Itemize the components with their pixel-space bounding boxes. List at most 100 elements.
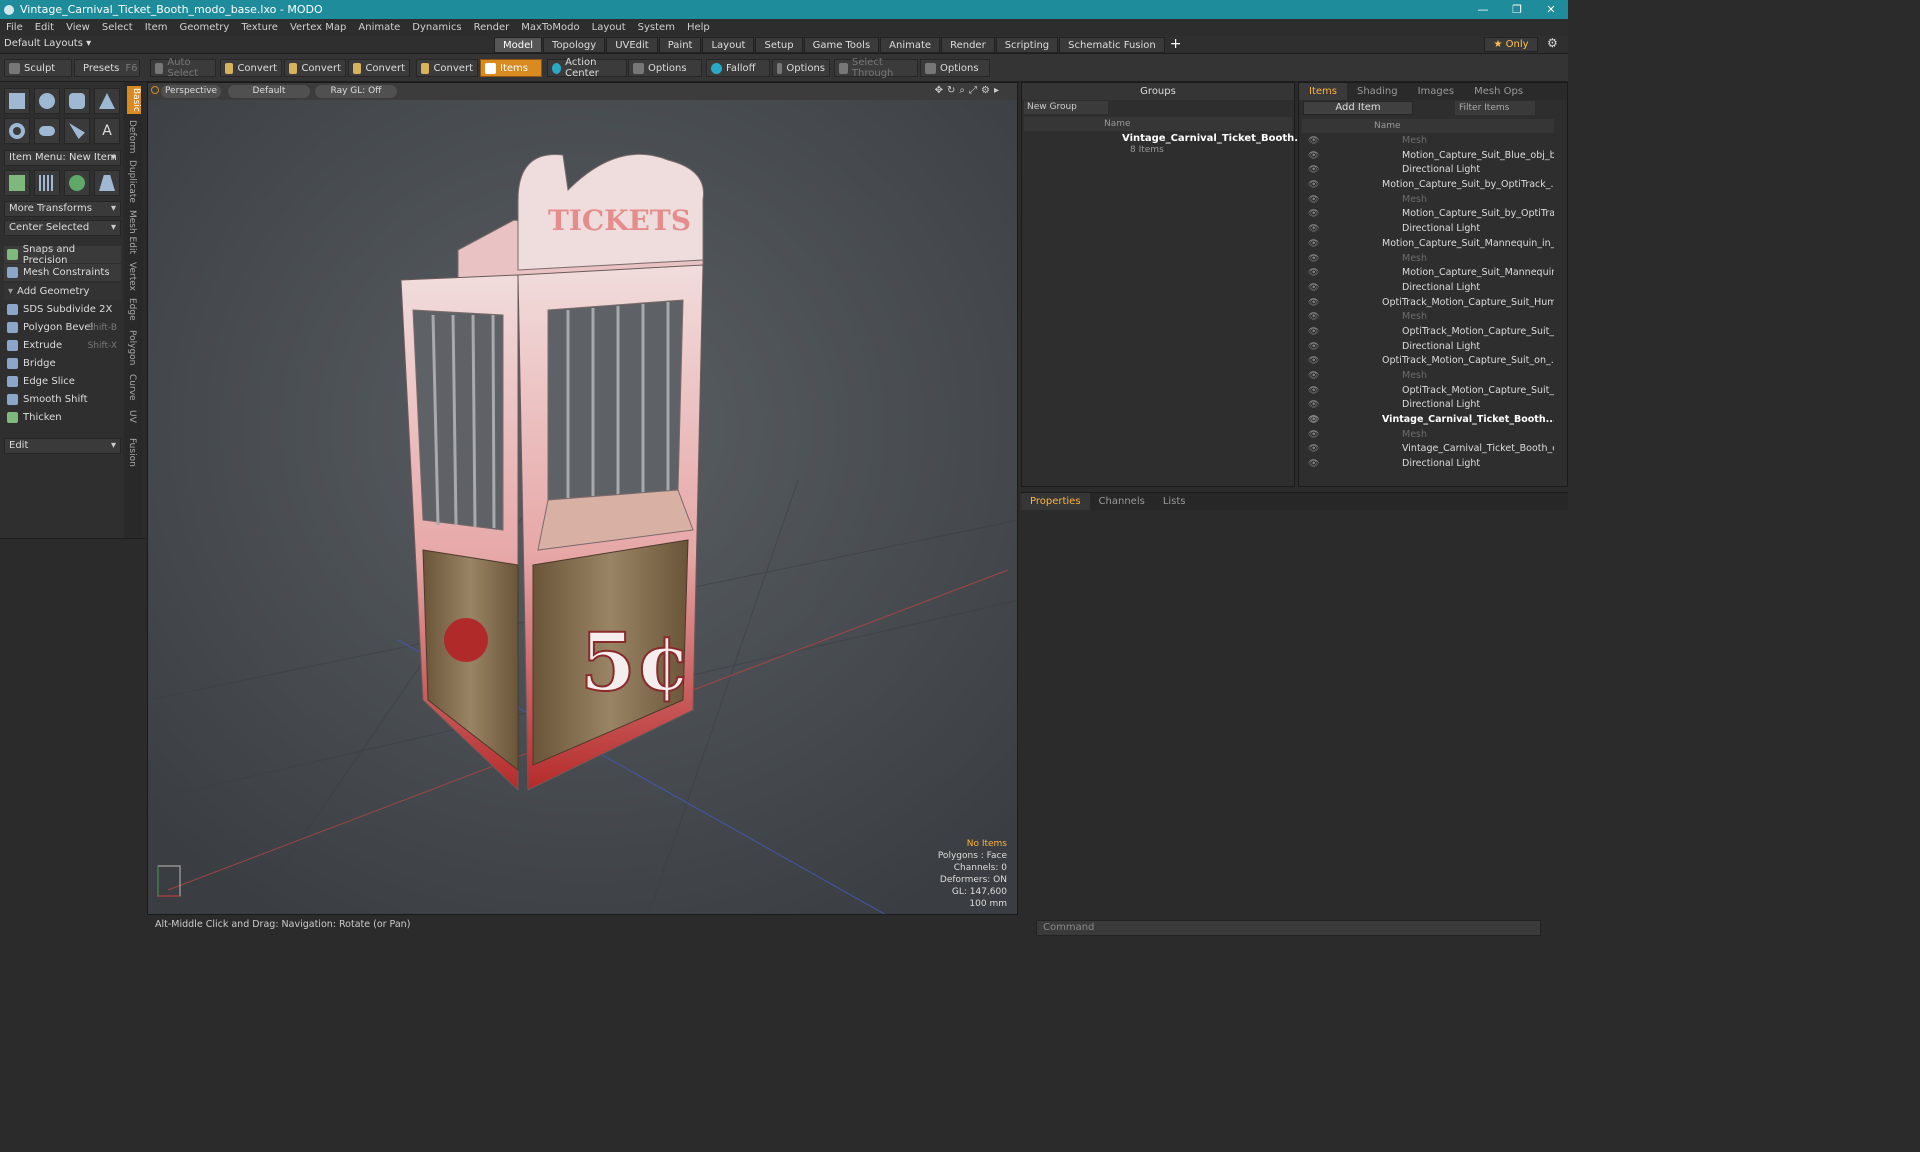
list-item[interactable]: 👁 Directional Light xyxy=(1302,222,1554,237)
visibility-eye-icon[interactable]: 👁 xyxy=(1308,237,1319,252)
mesh-constraints-button[interactable]: Mesh Constraints xyxy=(4,264,121,281)
visibility-eye-icon[interactable]: 👁 xyxy=(1308,354,1319,369)
select-through-options-button[interactable]: Options xyxy=(920,59,990,77)
tab-layout[interactable]: Layout xyxy=(702,37,755,53)
smooth-shift-button[interactable]: Smooth Shift xyxy=(4,391,121,408)
bridge-button[interactable]: Bridge xyxy=(4,355,121,372)
tab-animate[interactable]: Animate xyxy=(880,37,941,53)
move-icon[interactable] xyxy=(4,170,30,196)
cone-icon[interactable] xyxy=(94,88,120,114)
group-entry[interactable]: Vintage_Carnival_Ticket_Booth... xyxy=(1122,133,1306,144)
raygl-button[interactable]: Ray GL: Off xyxy=(315,85,397,98)
viewport-nav-icons[interactable]: ✥↻⌕⤢⚙▸ xyxy=(935,85,1003,96)
tab-game-tools[interactable]: Game Tools xyxy=(803,37,880,53)
shading-default-button[interactable]: Default xyxy=(228,85,310,98)
tab-items[interactable]: Items xyxy=(1299,83,1347,100)
command-input[interactable]: Command xyxy=(1036,920,1541,936)
list-item[interactable]: 👁 OptiTrack_Motion_Capture_Suit_o... xyxy=(1302,384,1554,399)
menu-file[interactable]: File xyxy=(0,22,29,33)
tab-lists[interactable]: Lists xyxy=(1154,493,1195,510)
select-through-button[interactable]: Select Through xyxy=(834,57,918,79)
list-item[interactable]: 👁 Motion_Capture_Suit_by_OptiTrac... xyxy=(1302,207,1554,222)
list-item[interactable]: 👁 Mesh xyxy=(1302,310,1554,325)
vtab-polygon[interactable]: Polygon xyxy=(127,330,137,365)
list-item[interactable]: 👁 Motion_Capture_Suit_Mannequin_i... xyxy=(1302,266,1554,281)
tab-scripting[interactable]: Scripting xyxy=(995,37,1059,53)
cylinder-icon[interactable] xyxy=(64,88,90,114)
visibility-eye-icon[interactable]: 👁 xyxy=(1308,413,1319,428)
visibility-eye-icon[interactable]: 👁 xyxy=(1308,457,1319,472)
vtab-vertex[interactable]: Vertex xyxy=(127,262,137,291)
auto-select-button[interactable]: Auto Select xyxy=(150,57,216,79)
visibility-eye-icon[interactable]: 👁 xyxy=(1308,178,1319,193)
list-item[interactable]: 👁 Motion_Capture_Suit_Mannequin_in_... xyxy=(1302,237,1554,252)
tab-channels[interactable]: Channels xyxy=(1090,493,1154,510)
gear-icon[interactable]: ⚙ xyxy=(1547,36,1558,50)
menu-maxtomodo[interactable]: MaxToModo xyxy=(515,22,585,33)
convert-materials-button[interactable]: Convert xyxy=(416,59,478,77)
presets-button[interactable]: Presets F6 xyxy=(74,59,140,77)
list-item[interactable]: 👁 Vintage_Carnival_Ticket_Booth... xyxy=(1302,413,1554,428)
center-selected-dropdown[interactable]: Center Selected xyxy=(4,220,121,236)
menu-geometry[interactable]: Geometry xyxy=(173,22,235,33)
convert-vertices-button[interactable]: Convert xyxy=(220,59,282,77)
visibility-eye-icon[interactable]: 👁 xyxy=(1308,442,1319,457)
tab-paint[interactable]: Paint xyxy=(658,37,702,53)
add-tab-icon[interactable]: + xyxy=(1166,37,1186,53)
pen-icon[interactable] xyxy=(64,118,90,144)
vtab-fusion[interactable]: Fusion xyxy=(127,438,137,467)
capsule-icon[interactable] xyxy=(34,118,60,144)
snaps-precision-button[interactable]: Snaps and Precision xyxy=(4,244,121,266)
visibility-eye-icon[interactable]: 👁 xyxy=(1308,310,1319,325)
visibility-eye-icon[interactable]: 👁 xyxy=(1308,222,1319,237)
list-item[interactable]: 👁 Vintage_Carnival_Ticket_Booth_ob... xyxy=(1302,442,1554,457)
menu-layout[interactable]: Layout xyxy=(586,22,632,33)
visibility-eye-icon[interactable]: 👁 xyxy=(1308,252,1319,267)
layout-selector[interactable]: Default Layouts ▾ xyxy=(4,38,91,49)
vtab-duplicate[interactable]: Duplicate xyxy=(127,160,137,203)
convert-edges-button[interactable]: Convert xyxy=(284,59,346,77)
filter-items-input[interactable]: Filter Items xyxy=(1455,101,1535,115)
menu-render[interactable]: Render xyxy=(468,22,516,33)
vtab-uv[interactable]: UV xyxy=(127,410,137,423)
visibility-eye-icon[interactable]: 👁 xyxy=(1308,325,1319,340)
list-item[interactable]: 👁 Directional Light xyxy=(1302,281,1554,296)
menu-edit[interactable]: Edit xyxy=(29,22,60,33)
tab-model[interactable]: Model xyxy=(494,37,543,53)
visibility-eye-icon[interactable]: 👁 xyxy=(1308,340,1319,355)
menu-view[interactable]: View xyxy=(60,22,96,33)
visibility-eye-icon[interactable]: 👁 xyxy=(1308,281,1319,296)
items-mode-button[interactable]: Items xyxy=(480,59,542,77)
visibility-eye-icon[interactable]: 👁 xyxy=(1308,296,1319,311)
visibility-eye-icon[interactable]: 👁 xyxy=(1308,398,1319,413)
cube-icon[interactable] xyxy=(4,88,30,114)
tab-mesh-ops[interactable]: Mesh Ops xyxy=(1464,83,1533,100)
3d-viewport[interactable]: Perspective Default Ray GL: Off ✥↻⌕⤢⚙▸ T… xyxy=(147,82,1018,915)
menu-select[interactable]: Select xyxy=(96,22,139,33)
rotate-icon[interactable] xyxy=(64,170,90,196)
torus-icon[interactable] xyxy=(4,118,30,144)
list-item[interactable]: 👁 Directional Light xyxy=(1302,457,1554,472)
visibility-eye-icon[interactable]: 👁 xyxy=(1308,134,1319,149)
falloff-options-button[interactable]: Options xyxy=(772,59,830,77)
visibility-eye-icon[interactable]: 👁 xyxy=(1308,384,1319,399)
list-item[interactable]: 👁 Directional Light xyxy=(1302,398,1554,413)
sculpt-button[interactable]: Sculpt xyxy=(4,59,72,77)
menu-item[interactable]: Item xyxy=(139,22,174,33)
tab-images[interactable]: Images xyxy=(1408,83,1465,100)
list-item[interactable]: 👁 Motion_Capture_Suit_by_OptiTrack_... xyxy=(1302,178,1554,193)
vtab-basic[interactable]: Basic xyxy=(127,86,141,114)
tab-properties[interactable]: Properties xyxy=(1021,493,1090,510)
thicken-button[interactable]: Thicken xyxy=(4,409,121,426)
list-item[interactable]: 👁 Mesh xyxy=(1302,134,1554,149)
item-menu-dropdown[interactable]: Item Menu: New Item xyxy=(4,150,121,166)
falloff-button[interactable]: Falloff xyxy=(706,59,770,77)
tab-schematic-fusion[interactable]: Schematic Fusion xyxy=(1059,37,1165,53)
vtab-deform[interactable]: Deform xyxy=(127,120,137,153)
maximize-button[interactable]: ❐ xyxy=(1500,3,1534,16)
new-group-button[interactable]: New Group xyxy=(1024,101,1108,114)
grid-icon[interactable] xyxy=(34,170,60,196)
tab-topology[interactable]: Topology xyxy=(543,37,606,53)
menu-animate[interactable]: Animate xyxy=(352,22,406,33)
viewport-menu-icon[interactable] xyxy=(151,86,159,94)
